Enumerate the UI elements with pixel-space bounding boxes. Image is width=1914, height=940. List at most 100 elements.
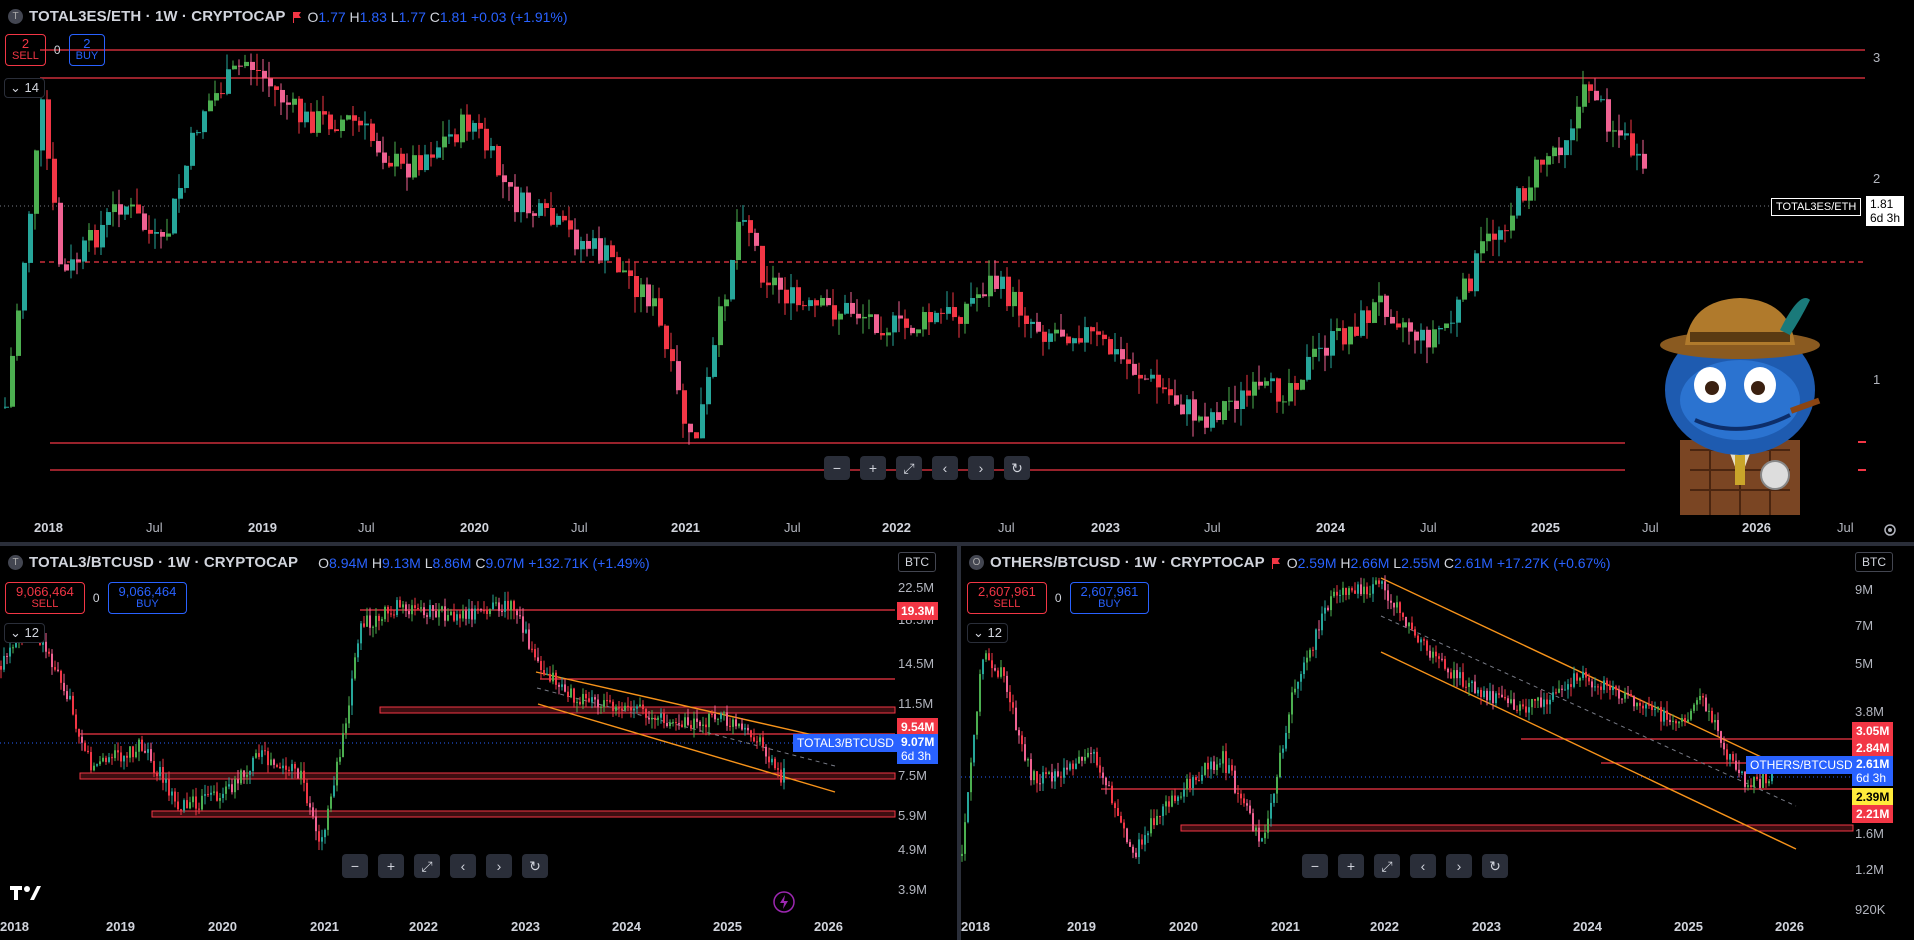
candle-body: [1675, 720, 1677, 724]
candle-body: [78, 728, 80, 737]
time-axis-label: 2023: [1472, 919, 1501, 934]
symbol-title[interactable]: OTHERS/BTCUSD · 1W · CRYPTOCAP: [990, 554, 1265, 571]
candle-body: [717, 718, 719, 720]
zoom-out-button[interactable]: −: [342, 854, 368, 878]
candle-body: [874, 314, 879, 334]
scroll-right-button[interactable]: ›: [486, 854, 512, 878]
zoom-in-button[interactable]: +: [1338, 854, 1364, 878]
reset-chart-button[interactable]: ↻: [1004, 456, 1030, 480]
scroll-right-button[interactable]: ›: [1446, 854, 1472, 878]
symbol-title[interactable]: TOTAL3ES/ETH · 1W · CRYPTOCAP: [29, 8, 286, 25]
chart-pane-top[interactable]: T TOTAL3ES/ETH · 1W · CRYPTOCAP O1.77 H1…: [0, 0, 1914, 542]
candle-body: [814, 300, 819, 306]
candle-body: [1540, 159, 1545, 165]
candle-body: [1519, 704, 1521, 711]
candle-body: [513, 601, 515, 611]
candle-body: [648, 717, 650, 720]
flag-icon[interactable]: [292, 11, 302, 23]
scroll-left-button[interactable]: ‹: [450, 854, 476, 878]
candle-body: [346, 115, 351, 120]
fit-button[interactable]: ⤢: [1374, 854, 1400, 878]
candle-body: [1600, 99, 1605, 101]
zoom-in-button[interactable]: +: [378, 854, 404, 878]
candle-body: [1438, 656, 1440, 659]
candle-body: [333, 785, 335, 797]
scroll-left-button[interactable]: ‹: [932, 456, 958, 480]
candle-body: [1489, 691, 1491, 701]
flag-icon[interactable]: [1271, 557, 1281, 569]
settings-gear-icon[interactable]: [1882, 522, 1898, 538]
candle-body: [405, 604, 407, 611]
buy-button[interactable]: 2 BUY: [68, 34, 106, 66]
candle-body: [12, 647, 14, 649]
candle-body: [735, 719, 737, 727]
zoom-out-button[interactable]: −: [824, 456, 850, 480]
chart-pane-bottom-right[interactable]: O OTHERS/BTCUSD · 1W · CRYPTOCAP O2.59M …: [961, 546, 1914, 940]
candle-body: [192, 796, 194, 803]
buy-button[interactable]: 2,607,961 BUY: [1069, 582, 1150, 614]
trade-buttons-top: 2 SELL 0 2 BUY: [5, 34, 106, 66]
fit-button[interactable]: ⤢: [896, 456, 922, 480]
candle-body: [339, 757, 341, 762]
candle-body: [1234, 400, 1239, 410]
zoom-out-button[interactable]: −: [1302, 854, 1328, 878]
candle-body: [1393, 602, 1395, 608]
candle-body: [1198, 416, 1203, 421]
scroll-right-button[interactable]: ›: [968, 456, 994, 480]
candle-body: [64, 264, 69, 271]
reset-chart-button[interactable]: ↻: [1482, 854, 1508, 878]
candle-body: [429, 605, 431, 617]
reset-chart-button[interactable]: ↻: [522, 854, 548, 878]
time-axis-label: Jul: [998, 520, 1015, 535]
collapse-indicators-button[interactable]: ⌄ 12: [4, 623, 45, 643]
candle-body: [1024, 744, 1026, 761]
currency-selector[interactable]: BTC: [898, 552, 936, 572]
candle-body: [1159, 815, 1161, 817]
candle-body: [682, 390, 687, 424]
chart-pane-bottom-left[interactable]: T TOTAL3/BTCUSD · 1W · CRYPTOCAP O8.94M …: [0, 546, 957, 940]
candle-body: [174, 791, 176, 802]
candle-body: [1765, 773, 1767, 784]
time-axis-label: Jul: [1642, 520, 1659, 535]
candle-body: [1036, 771, 1038, 784]
collapse-indicators-button[interactable]: ⌄ 12: [967, 623, 1008, 643]
candle-body: [694, 432, 699, 439]
candle-body: [432, 605, 434, 612]
candle-body: [1048, 772, 1050, 775]
candle-body: [970, 762, 972, 793]
zoom-in-button[interactable]: +: [860, 456, 886, 480]
candle-body: [1426, 640, 1428, 651]
currency-selector[interactable]: BTC: [1855, 552, 1893, 572]
candle-body: [354, 657, 356, 679]
candle-body: [231, 784, 233, 793]
candle-body: [324, 829, 326, 838]
candle-body: [994, 275, 999, 289]
sell-button[interactable]: 9,066,464 SELL: [5, 582, 85, 614]
candle-body: [303, 770, 305, 783]
tradingview-logo-icon[interactable]: [8, 882, 42, 902]
sell-button[interactable]: 2 SELL: [5, 34, 46, 66]
candle-body: [640, 284, 645, 298]
fit-button[interactable]: ⤢: [414, 854, 440, 878]
candle-body: [16, 310, 21, 356]
buy-button[interactable]: 9,066,464 BUY: [107, 582, 188, 614]
symbol-title[interactable]: TOTAL3/BTCUSD · 1W · CRYPTOCAP: [29, 554, 298, 571]
candle-body: [240, 770, 242, 784]
scroll-left-button[interactable]: ‹: [1410, 854, 1436, 878]
candle-body: [976, 294, 981, 299]
candle-body: [390, 613, 392, 615]
candle-body: [70, 259, 75, 271]
candle-body: [84, 742, 86, 751]
candle-body: [1687, 719, 1689, 723]
collapse-indicators-button[interactable]: ⌄ 14: [4, 78, 45, 98]
candle-body: [309, 803, 311, 808]
sell-button[interactable]: 2,607,961 SELL: [967, 582, 1047, 614]
candle-body: [178, 188, 183, 199]
lightning-icon[interactable]: [772, 890, 796, 914]
candle-body: [423, 607, 425, 616]
candle-body: [507, 600, 509, 611]
candle-body: [658, 298, 663, 326]
time-axis-label: 2021: [1271, 919, 1300, 934]
candle-body: [1630, 133, 1635, 156]
candle-body: [970, 298, 975, 304]
